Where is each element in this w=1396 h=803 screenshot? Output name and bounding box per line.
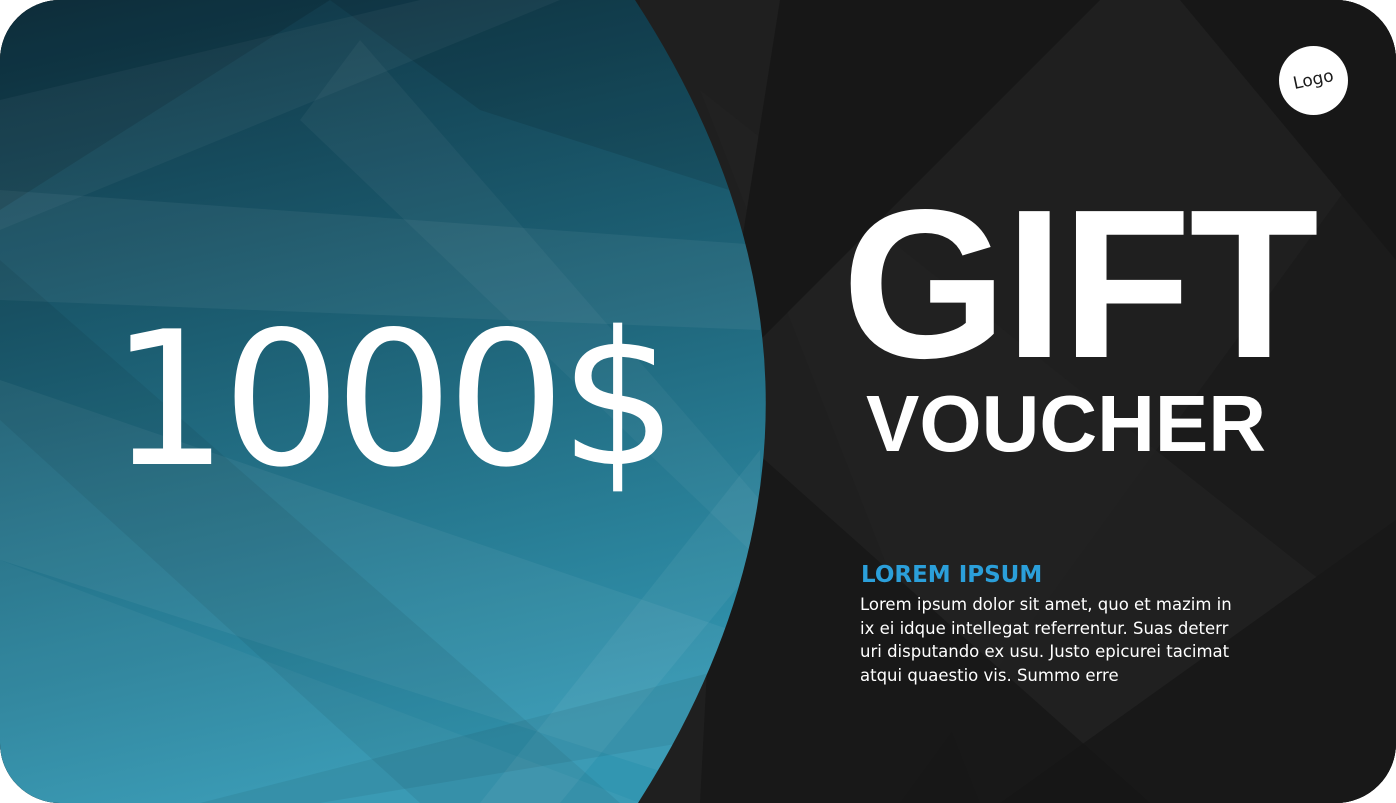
- logo-badge: Logo: [1279, 46, 1348, 115]
- info-body: Lorem ipsum dolor sit amet, quo et mazim…: [860, 593, 1260, 687]
- info-body-line: atqui quaestio vis. Summo erre: [860, 665, 1119, 685]
- info-body-line: uri disputando ex usu. Justo epicurei ta…: [860, 642, 1230, 661]
- logo-text: Logo: [1291, 65, 1336, 95]
- gift-voucher-card: 1000$ GIFT VOUCHER LOREM IPSUM Lorem ips…: [0, 0, 1396, 803]
- voucher-amount: 1000$: [110, 291, 678, 508]
- voucher-subtitle: VOUCHER: [866, 379, 1267, 468]
- gift-title: GIFT: [842, 165, 1319, 402]
- info-body-line: ix ei idque intellegat referrentur. Suas…: [860, 618, 1229, 638]
- info-body-line: Lorem ipsum dolor sit amet, quo et mazim…: [860, 595, 1232, 614]
- info-heading: LOREM IPSUM: [861, 562, 1043, 588]
